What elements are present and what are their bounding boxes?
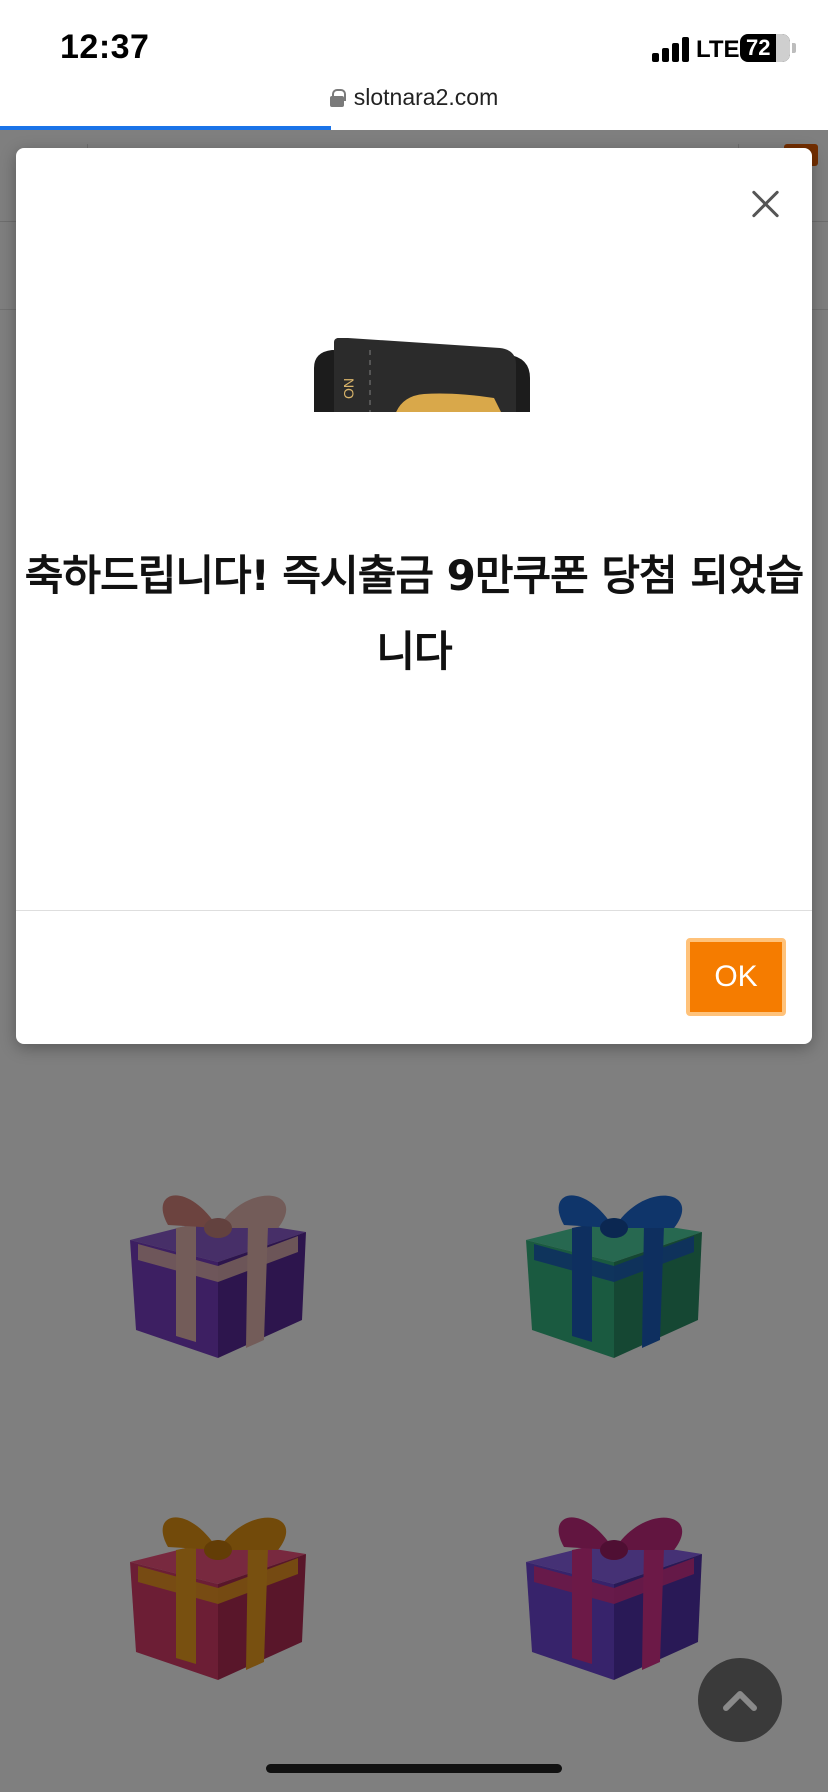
coupon-dialog: NO 축하드립니다! 즉시출금 9만쿠폰 당첨 되었습니다 OK [16, 148, 812, 1044]
status-time: 12:37 [60, 28, 150, 66]
url-bar[interactable]: slotnara2.com [0, 84, 828, 128]
home-indicator [266, 1764, 562, 1773]
dialog-message: 축하드립니다! 즉시출금 9만쿠폰 당첨 되었습니다 [24, 551, 804, 676]
scroll-top-button[interactable] [698, 1658, 782, 1742]
dialog-divider [16, 910, 812, 911]
coupon-ticket-icon: NO [314, 338, 530, 412]
network-type: LTE [696, 36, 740, 63]
battery-level: 72 [746, 35, 771, 60]
signal-strength-icon [652, 36, 690, 62]
close-icon[interactable] [744, 182, 788, 226]
chevron-up-icon [723, 1691, 757, 1711]
ok-button[interactable]: OK [686, 938, 786, 1016]
svg-text:NO: NO [341, 378, 357, 399]
url-text: slotnara2.com [353, 84, 499, 110]
coupon-ticket-image: NO [304, 338, 544, 412]
lock-icon [329, 88, 346, 107]
url-display[interactable]: slotnara2.com [329, 84, 499, 111]
status-bar: 12:37 LTE 72 [0, 0, 828, 84]
battery-icon: 72 [740, 34, 790, 62]
battery-tip [792, 43, 796, 53]
